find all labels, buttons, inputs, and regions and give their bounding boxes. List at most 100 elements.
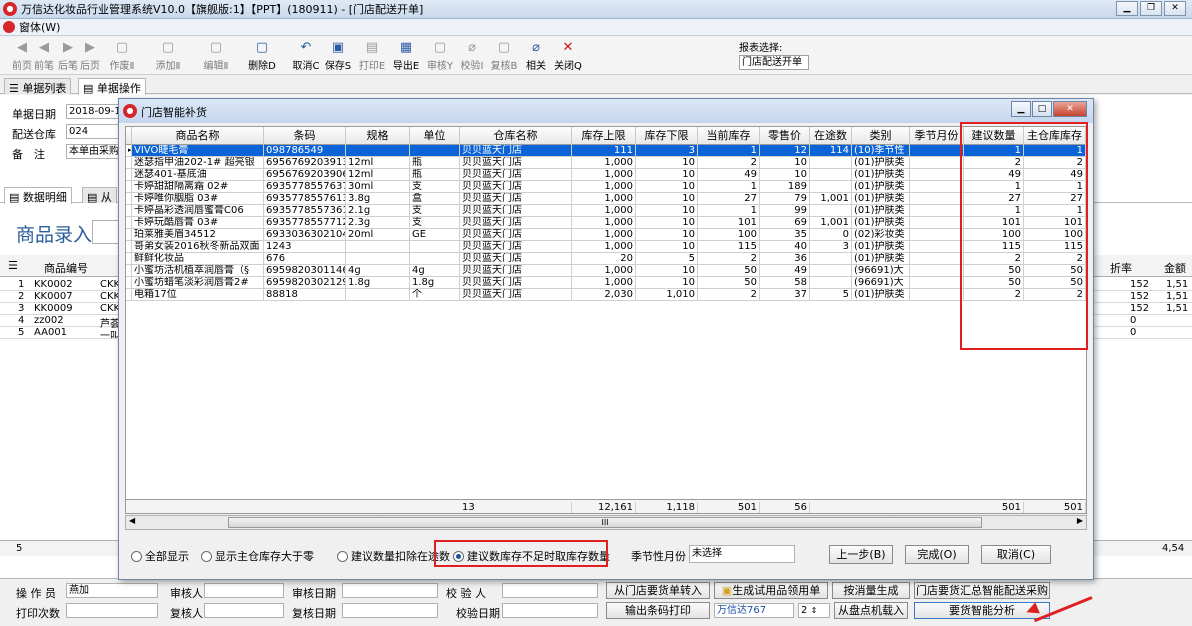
option-show-all[interactable]: 全部显示 (131, 548, 189, 564)
table-row[interactable]: 鲜鲜化妆品 676 贝贝蓝天门店 20 5 2 36 (01)护肤类 2 2 (126, 253, 1086, 265)
grid-cell (810, 253, 852, 265)
toolbar-close-button[interactable]: ✕ 关闭Q (552, 39, 584, 73)
column-header[interactable]: 库存下限 (636, 127, 698, 145)
store-summary-purchase-button[interactable]: 门店要货汇总智能配送采购 (914, 582, 1050, 599)
toolbar-add-button[interactable]: ▢ 添加Ⅱ (152, 39, 184, 73)
report-select[interactable]: 门店配送开单 (739, 55, 809, 70)
scroll-left-icon[interactable]: ◀ (129, 516, 135, 525)
count-stepper[interactable]: 2 ⇕ (798, 603, 830, 618)
inventory-load-button[interactable]: 从盘点机载入 (834, 602, 908, 619)
option-main-stock-positive[interactable]: 显示主仓库存大于零 (201, 548, 314, 564)
cancel-button[interactable]: 取消(C) (981, 545, 1051, 564)
column-header[interactable]: 类别 (852, 127, 910, 145)
table-row[interactable]: 珀莱雅美眉34512 6933036302104 20ml GE 贝贝蓝天门店 1,000… (126, 229, 1086, 241)
dialog-controls: ▁ □ ✕ (1011, 101, 1087, 117)
toolbar: ◀ 前页 ◀ 前笔 ▶ 后笔 ▶ 后页 ▢ 作废Ⅱ ▢ 添加Ⅱ ▢ 编辑Ⅱ ▢ 删除D ↶ 取消C ▣ 保存S ▤ 打印E… (0, 37, 1192, 75)
tab-other[interactable]: ▤ 从 (82, 187, 117, 204)
table-row[interactable]: 迷瑟指甲油202-1# 超亮银 6956769203913 12ml 瓶贝贝蓝天门店 1… (126, 157, 1086, 169)
season-select[interactable]: 未选择 (689, 545, 795, 563)
tab-document-list[interactable]: ☰ 单据列表 (4, 78, 72, 95)
grid-cell (910, 157, 964, 169)
grid-cell: 20ml (346, 229, 410, 241)
print-count-field[interactable] (66, 603, 158, 618)
finish-button[interactable]: 完成(O) (905, 545, 969, 564)
recheck-date-field[interactable] (342, 603, 438, 618)
stepper-arrows-icon[interactable]: ⇕ (811, 606, 818, 615)
cell-disc: 152 (1130, 279, 1150, 290)
table-row[interactable]: 卡婷甜甜隔离霜 02# 6935778557637 30ml 支贝贝蓝天门店 1,000… (126, 181, 1086, 193)
grid-cell (346, 145, 410, 157)
verify-date-field[interactable] (502, 603, 598, 618)
scroll-right-icon[interactable]: ▶ (1077, 516, 1083, 525)
minimize-icon[interactable]: ▁ (1116, 1, 1138, 16)
generate-trial-button[interactable]: ▣生成试用品领用单 (714, 582, 828, 599)
print-icon: ▤ (365, 40, 379, 55)
dialog-close-icon[interactable]: ✕ (1053, 101, 1087, 117)
table-row[interactable]: 卡婷晶彩透润唇蜜膏C06 6935778557361 2.1g 支贝贝蓝天门店 1,00… (126, 205, 1086, 217)
date-field[interactable]: 2018-09-1 (66, 104, 122, 119)
restore-icon[interactable]: ❐ (1140, 1, 1162, 16)
grid-cell: 6935778557712 (264, 217, 346, 229)
column-header[interactable]: 当前库存 (698, 127, 760, 145)
column-header[interactable]: 规格 (346, 127, 410, 145)
grid-cell (810, 205, 852, 217)
table-row[interactable]: ▸ VIVO睫毛膏 098786549 贝贝蓝天门店 111 3 1 12 114 (10)季节性… (126, 145, 1086, 157)
report-label: 报表选择: (739, 43, 783, 54)
scroll-thumb[interactable]: III (228, 517, 982, 528)
toolbar-delete-button[interactable]: ▢ 删除D (246, 39, 278, 73)
header-discount: 折率 (1110, 262, 1132, 275)
column-header[interactable]: 单位 (410, 127, 460, 145)
grid-cell: 1,000 (572, 217, 636, 229)
column-header[interactable]: 在途数 (810, 127, 852, 145)
column-header[interactable]: 零售价 (760, 127, 810, 145)
verifier-field[interactable] (502, 583, 598, 598)
column-header[interactable]: 仓库名称 (460, 127, 572, 145)
column-header[interactable]: 季节月份 (910, 127, 964, 145)
previous-step-button[interactable]: 上一步(B) (829, 545, 893, 564)
barcode-print-button[interactable]: 输出条码打印 (606, 602, 710, 619)
grid-cell: 0 (810, 229, 852, 241)
grid-cell: 迷瑟指甲油202-1# 超亮银 (132, 157, 264, 169)
dialog-maximize-icon[interactable]: □ (1032, 101, 1052, 117)
brand-link[interactable]: 万信达767 (714, 603, 794, 618)
grid-cell: 1.8g (410, 277, 460, 289)
footer-count: 13 (460, 502, 572, 513)
grid-cell: 1.8g (346, 277, 410, 289)
table-row[interactable]: 小蜜坊蜡笔淡彩润唇膏2# 6959820302129 1.8g 1.8g 贝贝蓝天门店 1… (126, 277, 1086, 289)
column-header[interactable]: 库存上限 (572, 127, 636, 145)
grid-cell: 鲜鲜化妆品 (132, 253, 264, 265)
audit-date-field[interactable] (342, 583, 438, 598)
rechecker-field[interactable] (204, 603, 284, 618)
table-row[interactable]: 卡婷玩酷唇膏 03# 6935778557712 2.3g 支贝贝蓝天门店 1,000 1… (126, 217, 1086, 229)
table-row[interactable]: 卡婷唯你胭脂 03# 6935778557613 3.8g 盒贝贝蓝天门店 1,000 1… (126, 193, 1086, 205)
note-field[interactable]: 本单由采购 (66, 144, 122, 159)
audit-date-label: 审核日期 (292, 587, 336, 600)
grid-cell: 88818 (264, 289, 346, 301)
operator-field[interactable]: 燕加 (66, 583, 158, 598)
horizontal-scrollbar[interactable]: ◀ III ▶ (125, 515, 1087, 530)
toolbar-void-button[interactable]: ▢ 作废Ⅱ (106, 39, 138, 73)
tab-document-operation[interactable]: ▤ 单据操作 (78, 78, 146, 95)
grid-cell: 贝贝蓝天门店 (460, 157, 572, 169)
toolbar-edit-button[interactable]: ▢ 编辑Ⅱ (200, 39, 232, 73)
close-window-icon[interactable]: ✕ (1164, 1, 1186, 16)
tab-data-detail[interactable]: ▤ 数据明细 (4, 187, 72, 204)
table-row[interactable]: 电箱17位 88818 个贝贝蓝天门店 2,030 1,010 2 37 5 (01)护肤类 2 2 (126, 289, 1086, 301)
column-header[interactable]: 条码 (264, 127, 346, 145)
grid-menu-icon[interactable]: ☰ (8, 259, 18, 272)
column-header[interactable]: 商品名称 (132, 127, 264, 145)
cell-code: KK0007 (34, 291, 73, 302)
note-label: 备 注 (12, 148, 45, 161)
generate-by-sales-button[interactable]: 按消量生成 (832, 582, 910, 599)
store-request-import-button[interactable]: 从门店要货单转入 (606, 582, 710, 599)
table-row[interactable]: 哥弟女装2016秋冬新品双面 1243 贝贝蓝天门店 1,000 10 115 40 3 (01… (126, 241, 1086, 253)
auditor-field[interactable] (204, 583, 284, 598)
cell-no: 5 (18, 327, 25, 338)
dialog-minimize-icon[interactable]: ▁ (1011, 101, 1031, 117)
table-row[interactable]: 小蜜坊活机植萃润唇膏（§ 6959820301146 4g 4g 贝贝蓝天门店 1,000… (126, 265, 1086, 277)
toolbar-button-label: 删除D (248, 61, 276, 72)
menu-window[interactable]: 窗体(W) (19, 19, 60, 35)
warehouse-field[interactable]: 024 (66, 124, 122, 139)
grid-cell: 111 (572, 145, 636, 157)
table-row[interactable]: 迷瑟401-基底油 6956769203906 12ml 瓶贝贝蓝天门店 1,000 10… (126, 169, 1086, 181)
